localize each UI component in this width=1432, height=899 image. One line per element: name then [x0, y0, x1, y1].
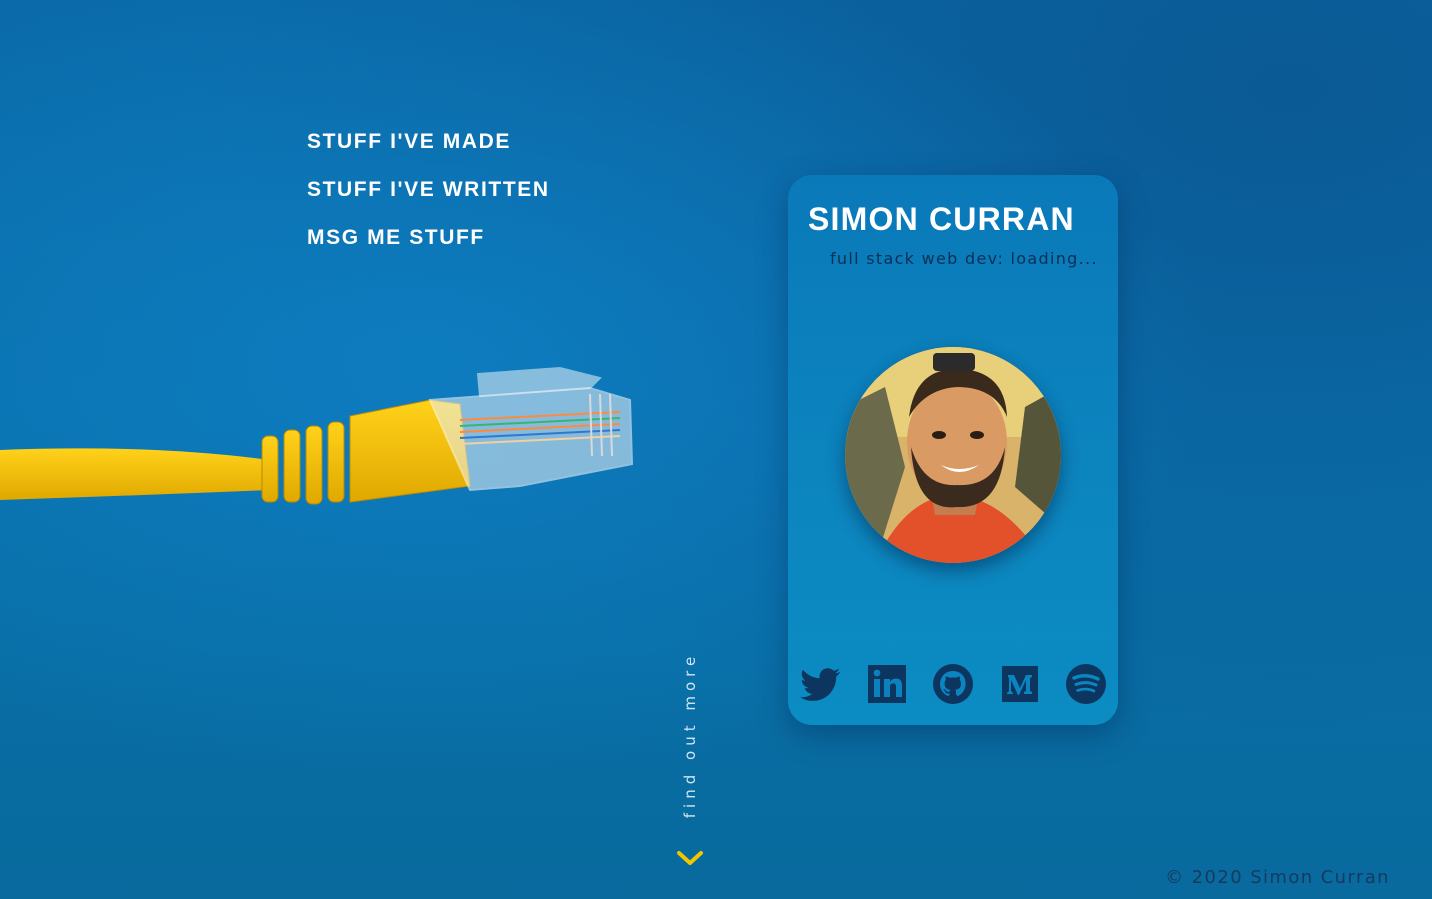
linkedin-icon[interactable] — [865, 662, 909, 706]
avatar-portrait-image — [845, 347, 1061, 563]
social-links — [798, 662, 1108, 706]
main-nav: STUFF I'VE MADE STUFF I'VE WRITTEN MSG M… — [307, 118, 550, 262]
chevron-down-icon[interactable] — [676, 849, 704, 869]
nav-link-stuff-written[interactable]: STUFF I'VE WRITTEN — [307, 166, 550, 214]
find-out-more-label[interactable]: find out more — [681, 652, 699, 818]
medium-icon[interactable] — [998, 662, 1042, 706]
copyright-text: © 2020 Simon Curran — [1165, 867, 1390, 888]
profile-name: SIMON CURRAN — [808, 201, 1075, 237]
nav-link-msg-me[interactable]: MSG ME STUFF — [307, 214, 550, 262]
github-icon[interactable] — [931, 662, 975, 706]
twitter-icon[interactable] — [798, 662, 842, 706]
ethernet-cable-image — [0, 366, 634, 505]
nav-link-stuff-made[interactable]: STUFF I'VE MADE — [307, 118, 550, 166]
profile-card: SIMON CURRAN full stack web dev: loading… — [788, 175, 1118, 725]
avatar — [845, 347, 1061, 563]
profile-subtitle: full stack web dev: loading... — [830, 249, 1098, 268]
spotify-icon[interactable] — [1064, 662, 1108, 706]
